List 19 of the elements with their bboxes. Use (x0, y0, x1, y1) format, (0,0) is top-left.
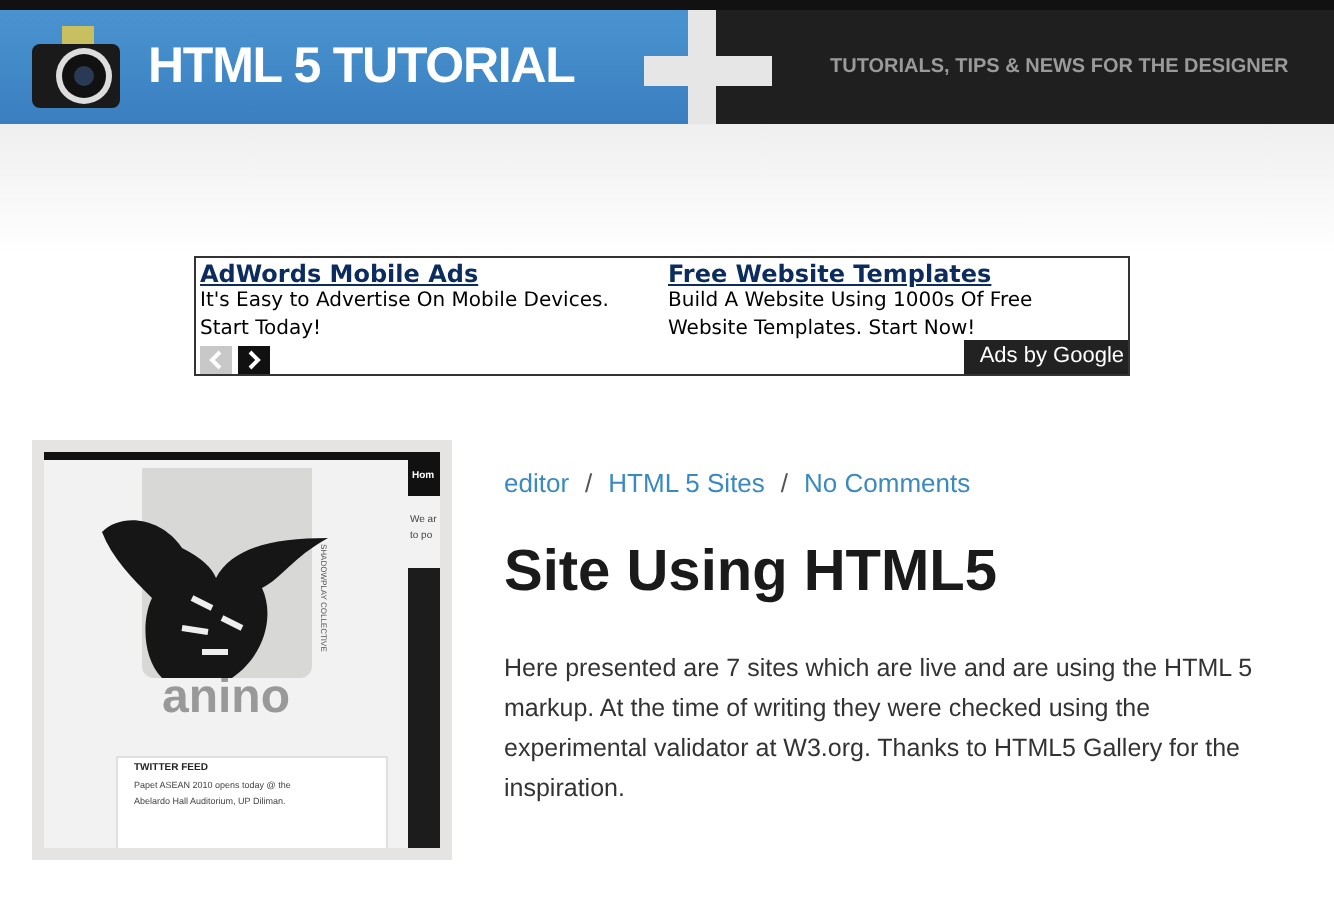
post-body: Here presented are 7 sites which are live and are using the HTML 5 markup. At the time of writing they were checked using the experimental validator at W3.org. Thanks to HTML5 Gallery for the inspiration. (504, 651, 1255, 806)
meta-link[interactable]: No Comments (804, 464, 971, 503)
separator: / (585, 466, 593, 502)
ad-text: It's Easy to Advertise On Mobile Devices. Start Today! (200, 288, 611, 344)
brand-logo: anino (162, 674, 290, 722)
camera-icon (28, 23, 124, 111)
site-tagline: TUTORIALS, TIPS & NEWS FOR THE DESIGNER (830, 54, 1289, 82)
separator: / (780, 466, 789, 502)
post-title[interactable]: Site Using HTML5 (504, 537, 1304, 605)
ad-title-link[interactable]: Free Website Templates (668, 260, 1118, 288)
chevron-left-icon (208, 350, 224, 370)
plus-icon (644, 10, 772, 124)
ads-by-google-badge[interactable]: Ads by Google (963, 340, 1128, 374)
meta-link[interactable]: editor (504, 464, 570, 503)
next-button[interactable] (238, 346, 270, 374)
ad-title-link[interactable]: AdWords Mobile Ads (200, 260, 652, 288)
meta-link[interactable]: HTML 5 Sites (608, 464, 765, 503)
chevron-right-icon (246, 350, 262, 370)
ad-text: Build A Website Using 1000s Of Free Website Templates. Start Now! (668, 288, 1035, 344)
